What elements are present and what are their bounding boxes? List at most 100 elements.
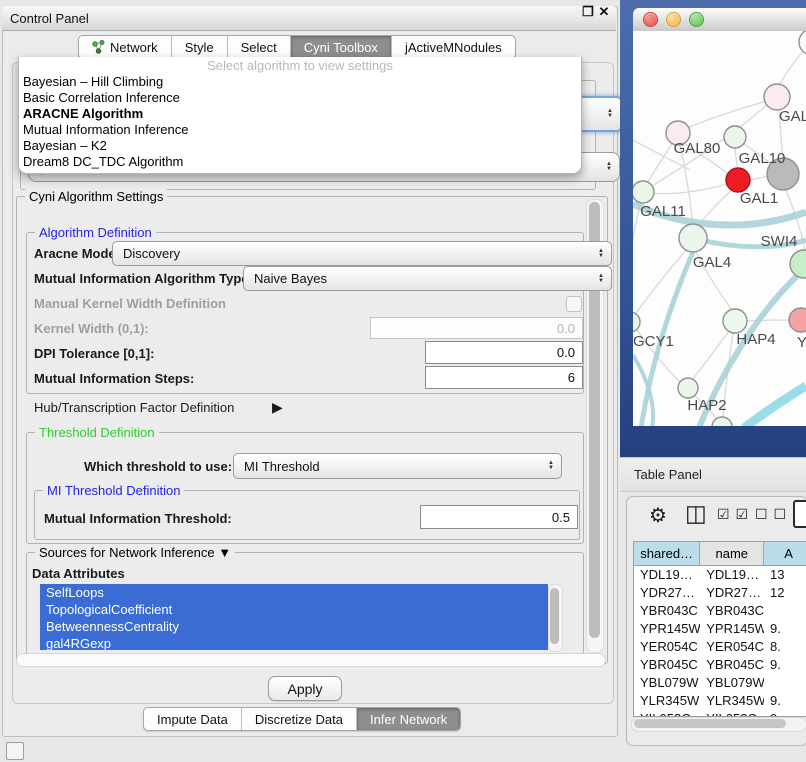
- network-node-gcy1[interactable]: [633, 312, 640, 332]
- data-attributes-list[interactable]: SelfLoopsTopologicalCoefficientBetweenne…: [40, 584, 548, 650]
- table-hscrollbar[interactable]: [631, 717, 806, 732]
- table-row[interactable]: YBR043CYBR043C: [634, 602, 806, 620]
- column-header-name[interactable]: name: [700, 542, 764, 566]
- dropdown-item-basic-correlation-inference[interactable]: Basic Correlation Inference: [19, 90, 581, 106]
- close-panel-icon[interactable]: ✕: [596, 4, 612, 20]
- network-node-gal4[interactable]: [679, 224, 707, 252]
- mi-type-label: Mutual Information Algorithm Type:: [34, 271, 253, 286]
- hub-expander-arrow-icon[interactable]: ▶: [272, 399, 283, 416]
- manual-kernel-label: Manual Kernel Width Definition: [34, 296, 226, 311]
- table-row[interactable]: YBL079WYBL079W: [634, 674, 806, 692]
- window-zoom-button[interactable]: [689, 12, 704, 27]
- network-canvas[interactable]: GALGAL80GAL10GAL1GAL11GAL4SWI4GCY1HAP4YH…: [633, 31, 806, 426]
- which-threshold-label: Which threshold to use:: [84, 459, 232, 474]
- mi-steps-field[interactable]: 6: [425, 366, 583, 389]
- node-table[interactable]: shared…nameA YDL19…YDL19…13YDR27…YDR27…1…: [633, 541, 806, 717]
- attributes-scrollbar-thumb[interactable]: [550, 588, 559, 644]
- tab-style[interactable]: Style: [172, 36, 228, 58]
- gear-icon[interactable]: ⚙: [649, 503, 667, 528]
- table-row[interactable]: YDR27…YDR27…12: [634, 584, 806, 602]
- cell: YPR145W: [700, 620, 764, 638]
- network-node-y[interactable]: [789, 308, 806, 332]
- node-label-y: Y: [797, 334, 806, 351]
- dropdown-item-dream8-dc-tdc-algorithm[interactable]: Dream8 DC_TDC Algorithm: [19, 154, 581, 170]
- which-threshold-combo[interactable]: MI Threshold: [233, 453, 562, 479]
- tab-impute-data[interactable]: Impute Data: [144, 708, 242, 730]
- apply-button[interactable]: Apply: [268, 676, 342, 701]
- settings-hscrollbar[interactable]: [16, 653, 606, 667]
- aracne-mode-combo[interactable]: Discovery: [112, 241, 612, 266]
- network-node-swi4[interactable]: [790, 250, 806, 278]
- tab-discretize-data[interactable]: Discretize Data: [242, 708, 357, 730]
- table-row[interactable]: YLR345WYLR345W9.: [634, 692, 806, 710]
- table-row[interactable]: YBR045CYBR045C9.: [634, 656, 806, 674]
- network-node-gal[interactable]: [764, 84, 790, 110]
- tab-label: jActiveMNodules: [405, 40, 502, 55]
- cell: 13: [764, 566, 806, 584]
- network-node-hap2[interactable]: [678, 378, 698, 398]
- network-node-hap4[interactable]: [723, 309, 747, 333]
- node-label-swi4: SWI4: [761, 233, 798, 250]
- tab-select[interactable]: Select: [228, 36, 291, 58]
- cell: [764, 602, 806, 620]
- top-tabs: NetworkStyleSelectCyni Toolbox jActiveMNo…: [78, 35, 516, 59]
- tab-network[interactable]: Network: [79, 36, 172, 58]
- network-node-gal1[interactable]: [726, 168, 750, 192]
- cell: YLR345W: [700, 692, 764, 710]
- hide-columns-icon[interactable]: ☐ ☐: [755, 506, 787, 523]
- network-node[interactable]: [799, 31, 806, 55]
- tab-jactivemnodules[interactable]: jActiveMNodules: [392, 36, 515, 58]
- columns-icon[interactable]: ◫: [685, 500, 707, 527]
- table-row[interactable]: YER054CYER054C8.: [634, 638, 806, 656]
- cell: YBR043C: [634, 602, 700, 620]
- dropdown-item-mutual-information-inference[interactable]: Mutual Information Inference: [19, 122, 581, 138]
- table-hscrollbar-thumb[interactable]: [634, 719, 786, 728]
- mi-type-combo[interactable]: Naive Bayes: [243, 266, 612, 291]
- dropdown-item-bayesian-k2[interactable]: Bayesian – K2: [19, 138, 581, 154]
- cell: YIL052C: [634, 710, 700, 717]
- mi-threshold-field[interactable]: 0.5: [420, 505, 578, 529]
- window-close-button[interactable]: [643, 12, 658, 27]
- table-row[interactable]: YDL19…YDL19…13: [634, 566, 806, 584]
- dropdown-item-aracne-algorithm[interactable]: ARACNE Algorithm: [19, 106, 581, 122]
- network-edge-thick[interactable]: [744, 386, 806, 426]
- settings-group-title: Cyni Algorithm Settings: [25, 189, 167, 204]
- attribute-topologicalcoefficient[interactable]: TopologicalCoefficient: [40, 601, 548, 618]
- dpi-tolerance-field[interactable]: 0.0: [425, 341, 583, 364]
- export-table-icon[interactable]: [793, 500, 806, 528]
- show-columns-icon[interactable]: ☑ ☑: [717, 506, 749, 523]
- data-attributes-label: Data Attributes: [32, 566, 125, 581]
- table-row[interactable]: YIL052CYIL052C9: [634, 710, 806, 717]
- window-minimize-button[interactable]: [666, 12, 681, 27]
- combo-arrows-icon: [598, 274, 604, 284]
- network-graph[interactable]: GALGAL80GAL10GAL1GAL11GAL4SWI4GCY1HAP4YH…: [633, 31, 806, 426]
- network-edge[interactable]: [688, 100, 770, 128]
- kernel-width-field[interactable]: 0.0: [370, 317, 583, 339]
- network-node[interactable]: [712, 417, 732, 426]
- table-panel-title: Table Panel: [634, 467, 702, 482]
- attribute-selfloops[interactable]: SelfLoops: [40, 584, 548, 601]
- network-edge[interactable]: [735, 148, 738, 169]
- table-row[interactable]: YPR145WYPR145W9.: [634, 620, 806, 638]
- tab-infer-network[interactable]: Infer Network: [357, 708, 460, 730]
- column-header-shared-[interactable]: shared…: [634, 542, 700, 566]
- node-label-gal11: GAL11: [640, 203, 686, 220]
- cell: [764, 674, 806, 692]
- hub-definition-expander-label[interactable]: Hub/Transcription Factor Definition: [34, 400, 234, 415]
- node-label-hap4: HAP4: [736, 331, 775, 348]
- network-edge[interactable]: [747, 320, 789, 321]
- column-header-a[interactable]: A: [764, 542, 806, 566]
- attribute-gal4rgexp[interactable]: gal4RGexp: [40, 635, 548, 650]
- table-panel-titlebar: Table Panel: [620, 457, 806, 492]
- collapsed-panel-icon[interactable]: [6, 742, 24, 760]
- network-node-gal10[interactable]: [724, 126, 746, 148]
- manual-kernel-checkbox[interactable]: [566, 296, 582, 312]
- dropdown-item-bayesian-hill-climbing[interactable]: Bayesian – Hill Climbing: [19, 74, 581, 90]
- sources-collapse-arrow-icon[interactable]: ▼: [218, 545, 231, 560]
- tab-cyni-toolbox[interactable]: Cyni Toolbox: [291, 36, 392, 58]
- network-node-gal11[interactable]: [633, 181, 654, 203]
- dropdown-items: Bayesian – Hill ClimbingBasic Correlatio…: [19, 74, 581, 170]
- attribute-betweennesscentrality[interactable]: BetweennessCentrality: [40, 618, 548, 635]
- float-panel-icon[interactable]: ❐: [580, 4, 596, 20]
- network-edge[interactable]: [653, 184, 727, 194]
